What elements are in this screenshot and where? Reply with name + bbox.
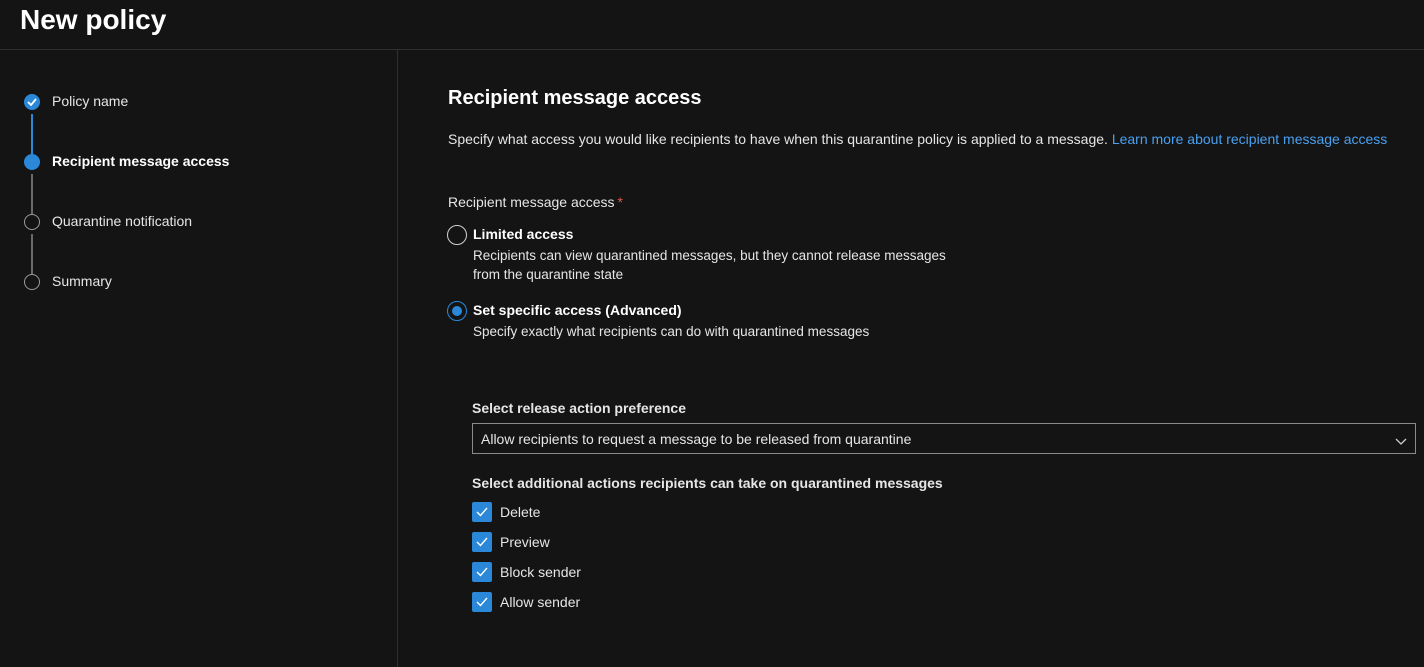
radio-title: Set specific access (Advanced) (473, 302, 682, 318)
wizard-step-quarantine-notification[interactable]: Quarantine notification (24, 212, 384, 232)
wizard-step-label: Policy name (52, 93, 129, 109)
checkbox-checked[interactable] (472, 592, 492, 612)
radio-selected-dot (452, 306, 462, 316)
empty-circle-icon (24, 214, 40, 230)
required-marker: * (617, 194, 623, 210)
radio-button-specific-access[interactable] (447, 301, 467, 321)
additional-actions-label: Select additional actions recipients can… (472, 475, 943, 491)
release-action-label: Select release action preference (472, 400, 687, 416)
main-panel: Recipient message access Specify what ac… (399, 50, 1424, 667)
checkbox-checked[interactable] (472, 532, 492, 552)
checkbox-label: Block sender (500, 564, 581, 580)
release-action-dropdown[interactable]: Allow recipients to request a message to… (472, 423, 1416, 454)
wizard-step-summary[interactable]: Summary (24, 272, 384, 292)
empty-circle-icon (24, 274, 40, 290)
radio-title: Limited access (473, 226, 574, 242)
current-step-dot-icon (24, 154, 40, 170)
checkbox-checked[interactable] (472, 502, 492, 522)
step-connector (31, 114, 33, 154)
access-field-label-text: Recipient message access (448, 194, 615, 210)
wizard-step-recipient-message-access[interactable]: Recipient message access (24, 152, 384, 172)
dropdown-selected-value: Allow recipients to request a message to… (481, 431, 912, 447)
description-text: Specify what access you would like recip… (448, 131, 1108, 147)
checkbox-allow-sender[interactable]: Allow sender (472, 592, 772, 612)
checkbox-label: Preview (500, 534, 550, 550)
wizard-step-label: Quarantine notification (52, 213, 193, 229)
check-circle-icon (24, 94, 40, 110)
chevron-down-icon (1395, 433, 1407, 451)
radio-description: Specify exactly what recipients can do w… (473, 324, 870, 339)
wizard-step-label: Summary (52, 273, 112, 289)
checkbox-delete[interactable]: Delete (472, 502, 772, 522)
checkbox-preview[interactable]: Preview (472, 532, 772, 552)
section-title: Recipient message access (448, 87, 702, 109)
page-header: New policy (0, 0, 1424, 50)
page-title: New policy (20, 4, 167, 35)
step-connector (31, 234, 33, 274)
step-connector (31, 174, 33, 214)
wizard-step-policy-name[interactable]: Policy name (24, 92, 384, 112)
learn-more-link[interactable]: Learn more about recipient message acces… (1112, 131, 1387, 147)
checkbox-label: Allow sender (500, 594, 581, 610)
checkbox-checked[interactable] (472, 562, 492, 582)
access-field-label: Recipient message access * (448, 194, 623, 210)
wizard-steps: Policy name Recipient message access Qua… (0, 50, 398, 667)
checkbox-block-sender[interactable]: Block sender (472, 562, 772, 582)
wizard-step-label: Recipient message access (52, 153, 230, 169)
section-description: Specify what access you would like recip… (448, 131, 1387, 147)
radio-button-limited-access[interactable] (447, 225, 467, 245)
checkbox-label: Delete (500, 504, 541, 520)
radio-description: Recipients can view quarantined messages… (473, 248, 946, 282)
